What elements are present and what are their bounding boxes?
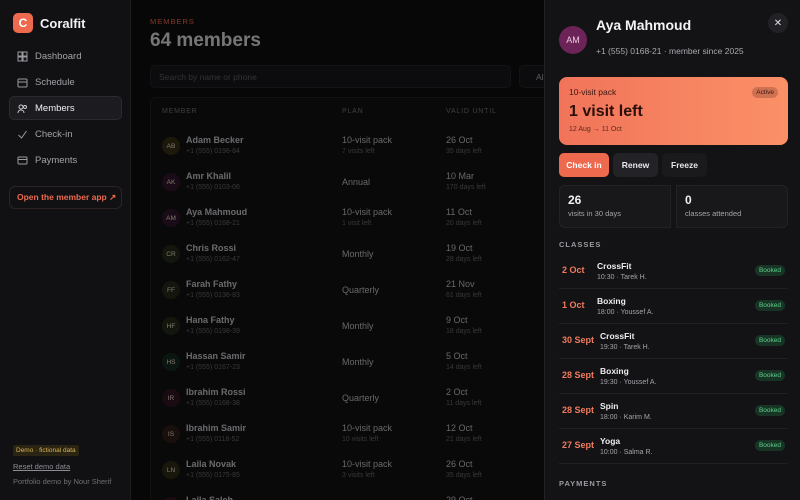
class-time: 10:00 · Salma R. — [600, 449, 653, 456]
class-list-item[interactable]: 1 Oct Boxing 18:00 · Youssef A. Booked — [559, 289, 788, 324]
brand-logo: C — [13, 13, 33, 33]
class-date: 27 Sept — [562, 440, 595, 450]
check-icon — [17, 129, 28, 140]
sidebar-item-schedule[interactable]: Schedule — [9, 70, 122, 94]
class-date: 28 Sept — [562, 370, 595, 380]
stat-classes: 0 classes attended — [676, 185, 788, 228]
status-badge: Booked — [754, 440, 785, 451]
sidebar-item-label: Check-in — [35, 128, 73, 140]
sidebar: C Coralfit Dashboard Schedule Members Ch… — [0, 0, 131, 500]
class-name: Boxing — [597, 296, 626, 306]
class-name: CrossFit — [600, 331, 635, 341]
member-name: Aya Mahmoud — [596, 17, 692, 33]
classes-heading: CLASSES — [559, 240, 602, 249]
sidebar-nav: Dashboard Schedule Members Check-in Paym… — [9, 44, 122, 174]
class-date: 30 Sept — [562, 335, 595, 345]
status-badge: Booked — [754, 300, 785, 311]
class-date: 2 Oct — [562, 265, 585, 275]
sidebar-item-label: Schedule — [35, 76, 75, 88]
stat-visits: 26 visits in 30 days — [559, 185, 671, 228]
class-list-item[interactable]: 28 Sept Spin 18:00 · Karim M. Booked — [559, 394, 788, 429]
renew-button[interactable]: Renew — [613, 153, 658, 177]
class-name: CrossFit — [597, 261, 632, 271]
class-time: 19:30 · Youssef A. — [600, 379, 657, 386]
class-date: 1 Oct — [562, 300, 585, 310]
class-list-item[interactable]: 30 Sept CrossFit 19:30 · Tarek H. Booked — [559, 324, 788, 359]
sidebar-item-check-in[interactable]: Check-in — [9, 122, 122, 146]
close-icon: ✕ — [773, 17, 783, 29]
status-badge: Booked — [754, 265, 785, 276]
app-root: C Coralfit Dashboard Schedule Members Ch… — [0, 0, 800, 500]
stat-label: classes attended — [685, 209, 742, 218]
status-badge: Booked — [754, 335, 785, 346]
card-icon — [17, 155, 28, 166]
credit-text: Portfolio demo by Nour Sherif — [13, 477, 112, 486]
close-button[interactable]: ✕ — [768, 13, 788, 33]
membership-card: 10-visit pack Active 1 visit left 12 Aug… — [559, 77, 788, 145]
stat-value: 0 — [685, 193, 692, 207]
visits-left: 1 visit left — [569, 103, 643, 120]
sidebar-item-dashboard[interactable]: Dashboard — [9, 44, 122, 68]
member-detail-drawer: AM Aya Mahmoud +1 (555) 0168-21 · member… — [544, 0, 800, 500]
class-time: 18:00 · Youssef A. — [597, 309, 654, 316]
class-name: Yoga — [600, 436, 621, 446]
sidebar-item-label: Payments — [35, 154, 78, 166]
check-in-button[interactable]: Check in — [559, 153, 609, 177]
class-time: 10:30 · Tarek H. — [597, 274, 647, 281]
member-subtitle: +1 (555) 0168-21 · member since 2025 — [596, 46, 744, 56]
class-time: 19:30 · Tarek H. — [600, 344, 650, 351]
freeze-button[interactable]: Freeze — [662, 153, 707, 177]
avatar: AM — [559, 26, 587, 54]
class-list-item[interactable]: 2 Oct CrossFit 10:30 · Tarek H. Booked — [559, 254, 788, 289]
stat-label: visits in 30 days — [568, 209, 621, 218]
sidebar-item-label: Members — [35, 102, 75, 114]
status-badge: Active — [752, 87, 778, 98]
grid-icon — [17, 51, 28, 62]
class-date: 28 Sept — [562, 405, 595, 415]
class-list-item[interactable]: 28 Sept Boxing 19:30 · Youssef A. Booked — [559, 359, 788, 394]
pack-date-range: 12 Aug → 11 Oct — [569, 126, 622, 133]
sidebar-item-members[interactable]: Members — [9, 96, 122, 120]
brand-name: Coralfit — [40, 15, 86, 31]
brand[interactable]: C Coralfit — [13, 13, 86, 33]
calendar-icon — [17, 77, 28, 88]
status-badge: Booked — [754, 370, 785, 381]
pack-label: 10-visit pack — [569, 87, 617, 97]
open-member-app-link[interactable]: Open the member app ↗ — [9, 186, 122, 209]
sidebar-item-label: Dashboard — [35, 50, 82, 62]
class-name: Spin — [600, 401, 619, 411]
classes-list: 2 Oct CrossFit 10:30 · Tarek H. Booked 1 Oct… — [559, 254, 788, 464]
reset-demo-link[interactable]: Reset demo data — [13, 462, 70, 471]
class-list-item[interactable]: 27 Sept Yoga 10:00 · Salma R. Booked — [559, 429, 788, 464]
sidebar-item-payments[interactable]: Payments — [9, 148, 122, 172]
class-time: 18:00 · Karim M. — [600, 414, 652, 421]
class-name: Boxing — [600, 366, 629, 376]
stat-value: 26 — [568, 193, 582, 207]
status-badge: Booked — [754, 405, 785, 416]
payments-heading: PAYMENTS — [559, 479, 608, 488]
demo-badge: Demo · fictional data — [13, 445, 79, 456]
users-icon — [17, 103, 28, 114]
